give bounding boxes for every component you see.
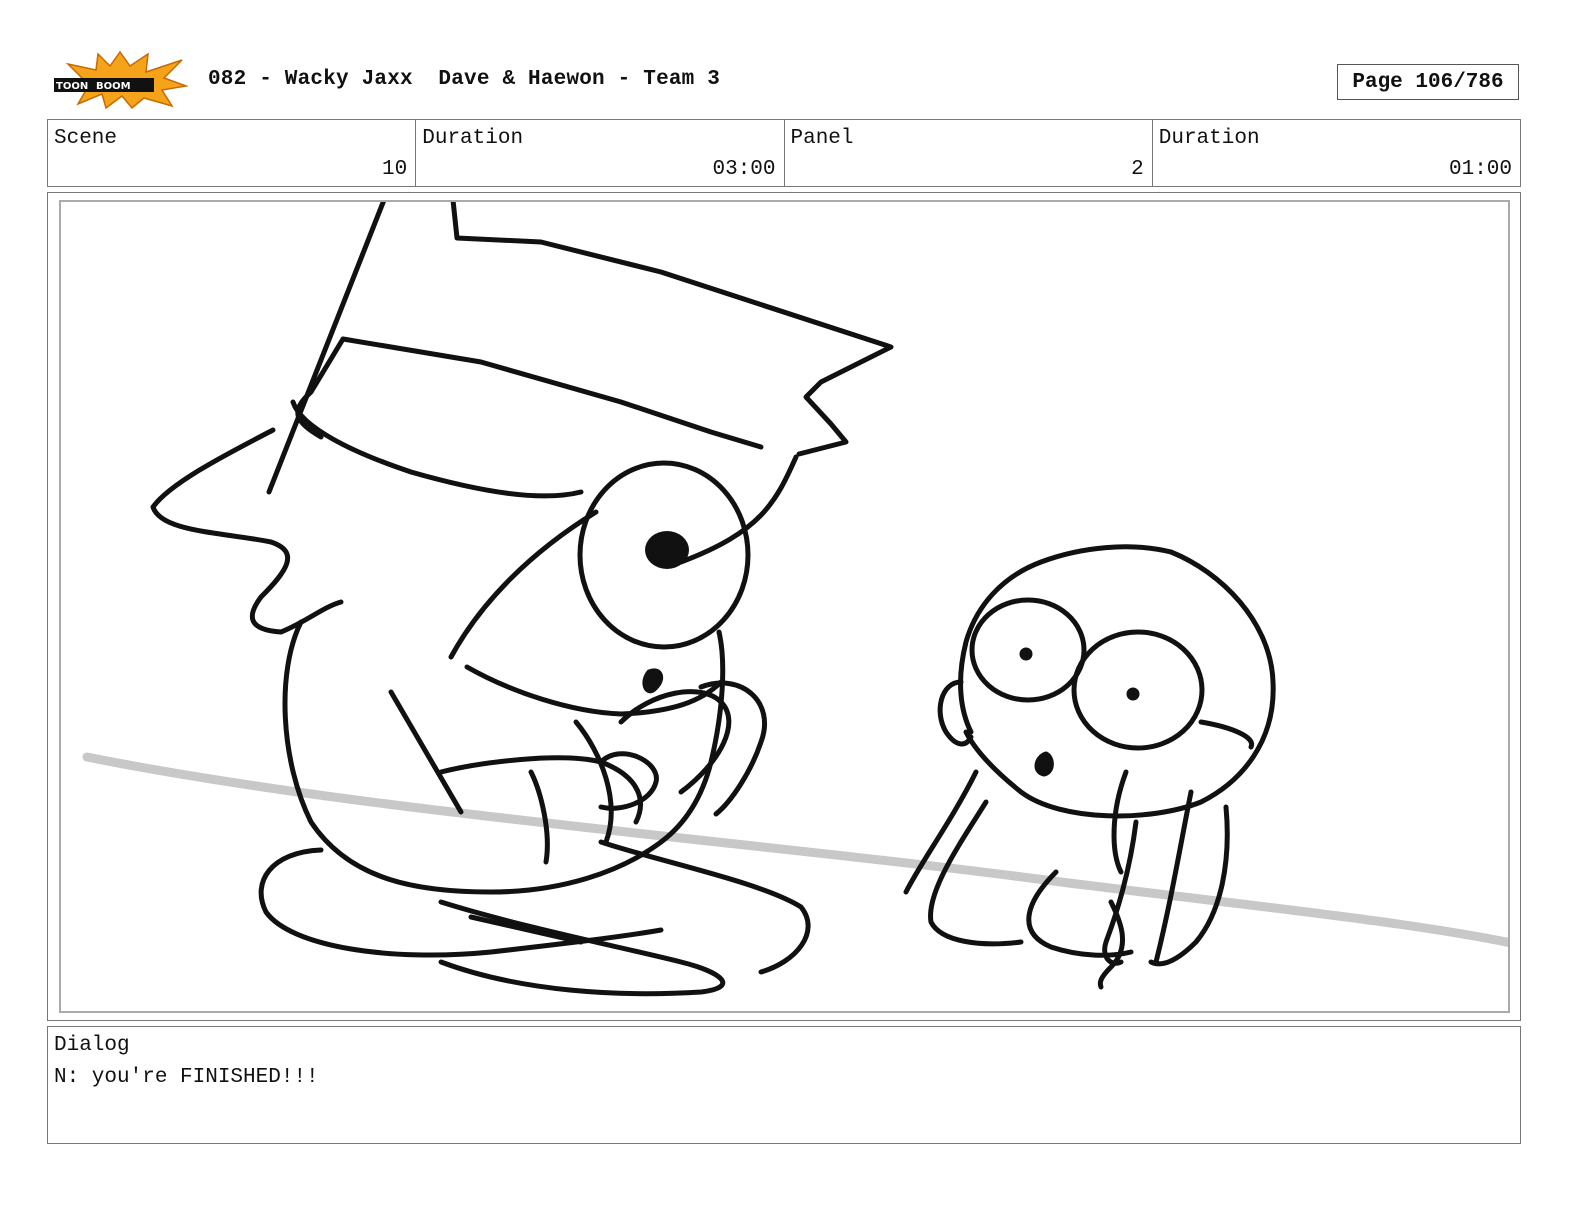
scene-duration-value: 03:00 xyxy=(712,158,776,181)
big-left-foot xyxy=(258,847,664,958)
scene-info-row: Scene 10 Duration 03:00 Panel 2 Duration… xyxy=(47,119,1521,187)
small-left-pupil xyxy=(1019,647,1033,661)
scene-cell: Scene 10 xyxy=(48,120,417,186)
storyboard-title: 082 - Wacky Jaxx Dave & Haewon - Team 3 xyxy=(208,68,721,91)
hat-top xyxy=(266,202,386,495)
scene-value: 10 xyxy=(382,158,408,181)
storyboard-panel-image xyxy=(59,200,1510,1013)
panel-label: Panel xyxy=(790,127,854,150)
svg-text:BOOM: BOOM xyxy=(96,81,131,92)
small-head xyxy=(958,544,1174,735)
big-pupil xyxy=(645,531,689,569)
panel-cell: Panel 2 xyxy=(785,120,1153,186)
dialog-label: Dialog xyxy=(54,1034,130,1057)
toon-boom-logo: TOON BOOM xyxy=(52,50,189,110)
scene-duration-cell: Duration 03:00 xyxy=(416,120,785,186)
panel-duration-value: 01:00 xyxy=(1448,158,1512,181)
scene-label: Scene xyxy=(54,127,118,150)
panel-value: 2 xyxy=(1131,158,1144,181)
head-outline xyxy=(150,427,344,635)
small-right-pupil xyxy=(1126,687,1140,701)
dialog-text: N: you're FINISHED!!! xyxy=(54,1066,319,1089)
scene-duration-label: Duration xyxy=(422,127,524,150)
panel-duration-cell: Duration 01:00 xyxy=(1153,120,1520,186)
dialog-box: Dialog N: you're FINISHED!!! xyxy=(47,1026,1521,1144)
page-indicator: Page 106/786 xyxy=(1337,64,1519,100)
svg-text:TOON: TOON xyxy=(56,81,88,92)
panel-duration-label: Duration xyxy=(1158,127,1260,150)
